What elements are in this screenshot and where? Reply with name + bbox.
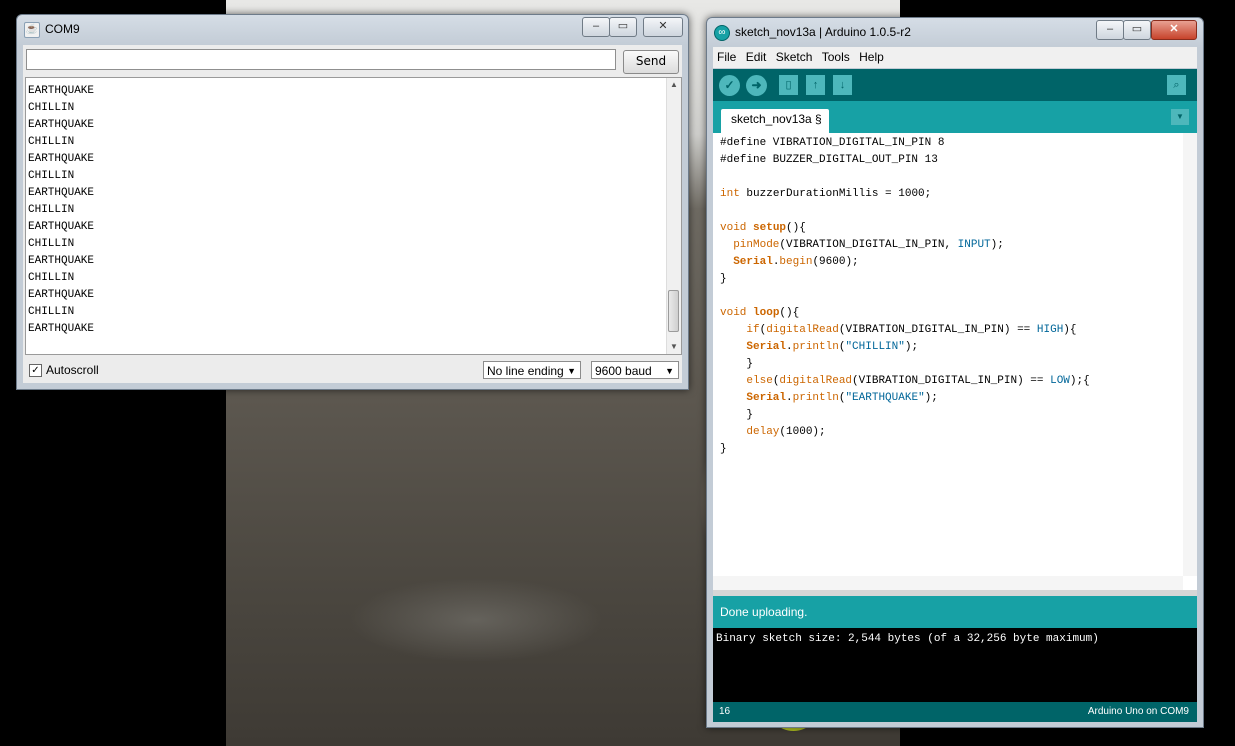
checkbox-check-icon[interactable]: ✓: [29, 364, 42, 378]
code-line[interactable]: [720, 169, 1090, 186]
baud-rate-select[interactable]: 9600 baud ▼: [591, 361, 679, 379]
serial-output-line: EARTHQUAKE: [28, 85, 95, 97]
serial-output-line: CHILLIN: [28, 102, 75, 114]
upload-icon[interactable]: ➜: [746, 75, 767, 96]
code-line[interactable]: int buzzerDurationMillis = 1000;: [720, 186, 1090, 203]
code-line[interactable]: else(digitalRead(VIBRATION_DIGITAL_IN_PI…: [720, 373, 1089, 390]
minimize-button[interactable]: –: [582, 17, 610, 37]
serial-output-line: EARTHQUAKE: [28, 255, 95, 267]
code-line[interactable]: #define VIBRATION_DIGITAL_IN_PIN 8: [720, 135, 1090, 152]
code-line[interactable]: #define BUZZER_DIGITAL_OUT_PIN 13: [720, 152, 1090, 169]
status-message: Done uploading.: [713, 596, 1197, 628]
serial-output[interactable]: EARTHQUAKE CHILLIN EARTHQUAKE CHILLIN EARTHQ…: [25, 77, 682, 355]
save-icon[interactable]: ↓: [833, 75, 852, 95]
scroll-down-icon[interactable]: ▼: [667, 340, 681, 354]
code-line[interactable]: [720, 203, 1090, 220]
code-line[interactable]: delay(1000);: [720, 424, 1090, 441]
code-line[interactable]: void setup(){: [720, 220, 1090, 237]
java-app-icon: ☕: [24, 22, 40, 38]
baud-rate-value: 9600 baud: [595, 364, 652, 378]
send-button[interactable]: Send: [623, 50, 679, 74]
serial-output-line: EARTHQUAKE: [28, 323, 95, 335]
ide-footer: 16 Arduino Uno on COM9: [713, 702, 1197, 722]
serial-body: Send EARTHQUAKE CHILLIN EARTHQUAKE CHILLIN E…: [23, 45, 682, 383]
code-line[interactable]: Serial.begin(9600);: [720, 254, 1090, 271]
serial-output-line: CHILLIN: [28, 238, 75, 250]
menu-help[interactable]: Help: [859, 50, 884, 64]
maximize-button[interactable]: ▭: [609, 17, 637, 37]
serial-output-line: EARTHQUAKE: [28, 153, 95, 165]
menu-tools[interactable]: Tools: [822, 50, 850, 64]
menu-sketch[interactable]: Sketch: [776, 50, 813, 64]
code-line[interactable]: Serial.println("CHILLIN");: [720, 339, 1090, 356]
console-output: Binary sketch size: 2,544 bytes (of a 32…: [713, 628, 1197, 702]
arduino-logo-icon: ∞: [714, 25, 730, 41]
verify-icon[interactable]: ✓: [719, 75, 740, 96]
open-icon[interactable]: ↑: [806, 75, 825, 95]
ide-menubar: File Edit Sketch Tools Help: [713, 47, 1197, 68]
code-line[interactable]: if(digitalRead(VIBRATION_DIGITAL_IN_PIN)…: [720, 322, 1090, 339]
arduino-ide-window: ∞ sketch_nov13a | Arduino 1.0.5-r2 – ▭ ✕…: [706, 17, 1204, 728]
ide-titlebar[interactable]: ∞ sketch_nov13a | Arduino 1.0.5-r2 – ▭ ✕: [707, 18, 1203, 46]
code-editor[interactable]: #define VIBRATION_DIGITAL_IN_PIN 8 #defin…: [713, 133, 1197, 590]
code-line[interactable]: pinMode(VIBRATION_DIGITAL_IN_PIN, INPUT)…: [720, 237, 1090, 254]
scroll-up-icon[interactable]: ▲: [667, 78, 681, 92]
serial-output-line: CHILLIN: [28, 204, 75, 216]
menu-file[interactable]: File: [717, 50, 736, 64]
code-line[interactable]: }: [720, 356, 1090, 373]
code-line[interactable]: }: [720, 441, 1090, 458]
serial-output-line: CHILLIN: [28, 136, 75, 148]
autoscroll-label: Autoscroll: [46, 363, 99, 377]
serial-output-line: CHILLIN: [28, 306, 75, 318]
serial-scrollbar[interactable]: ▲ ▼: [666, 78, 681, 354]
serial-output-line: CHILLIN: [28, 170, 75, 182]
serial-window-title: COM9: [45, 22, 80, 36]
line-number: 16: [719, 706, 731, 717]
code-line[interactable]: }: [720, 271, 1090, 288]
menu-edit[interactable]: Edit: [746, 50, 767, 64]
serial-output-line: EARTHQUAKE: [28, 221, 95, 233]
serial-output-line: EARTHQUAKE: [28, 119, 95, 131]
close-button[interactable]: ✕: [643, 17, 683, 37]
line-ending-select[interactable]: No line ending ▼: [483, 361, 581, 379]
serial-monitor-icon[interactable]: ⌕: [1167, 75, 1186, 95]
serial-output-lines: EARTHQUAKE CHILLIN EARTHQUAKE CHILLIN EARTHQ…: [28, 83, 94, 338]
tab-menu-chevron-down-icon[interactable]: ▼: [1171, 109, 1189, 125]
editor-horizontal-scrollbar[interactable]: [713, 576, 1183, 590]
serial-send-input[interactable]: [26, 49, 616, 70]
code-line[interactable]: void loop(){: [720, 305, 1090, 322]
autoscroll-checkbox[interactable]: ✓ Autoscroll: [29, 363, 99, 378]
board-port-label: Arduino Uno on COM9: [1087, 706, 1189, 717]
line-ending-value: No line ending: [487, 364, 564, 378]
maximize-button[interactable]: ▭: [1123, 20, 1151, 40]
editor-vertical-scrollbar[interactable]: [1183, 133, 1197, 576]
code-line[interactable]: [720, 288, 1090, 305]
minimize-button[interactable]: –: [1096, 20, 1124, 40]
close-button[interactable]: ✕: [1151, 20, 1197, 40]
code-line[interactable]: }: [720, 407, 1090, 424]
ide-tabbar: sketch_nov13a § ▼: [713, 101, 1197, 133]
ide-window-title: sketch_nov13a | Arduino 1.0.5-r2: [735, 25, 911, 39]
ide-toolbar: ✓ ➜ ▯ ↑ ↓ ⌕: [713, 69, 1197, 101]
serial-output-line: EARTHQUAKE: [28, 187, 95, 199]
serial-output-line: CHILLIN: [28, 272, 75, 284]
chevron-down-icon: ▼: [567, 366, 576, 376]
serial-titlebar[interactable]: ☕ COM9 – ▭ ✕: [17, 15, 688, 43]
code-text[interactable]: #define VIBRATION_DIGITAL_IN_PIN 8 #defin…: [720, 135, 1090, 458]
serial-output-line: EARTHQUAKE: [28, 289, 95, 301]
serial-monitor-window: ☕ COM9 – ▭ ✕ Send EARTHQUAKE CHILLIN EARTH…: [16, 14, 689, 390]
code-line[interactable]: Serial.println("EARTHQUAKE");: [720, 390, 1090, 407]
tab-sketch[interactable]: sketch_nov13a §: [721, 109, 829, 133]
chevron-down-icon: ▼: [665, 366, 674, 376]
scroll-thumb[interactable]: [668, 290, 679, 332]
new-file-icon[interactable]: ▯: [779, 75, 798, 95]
